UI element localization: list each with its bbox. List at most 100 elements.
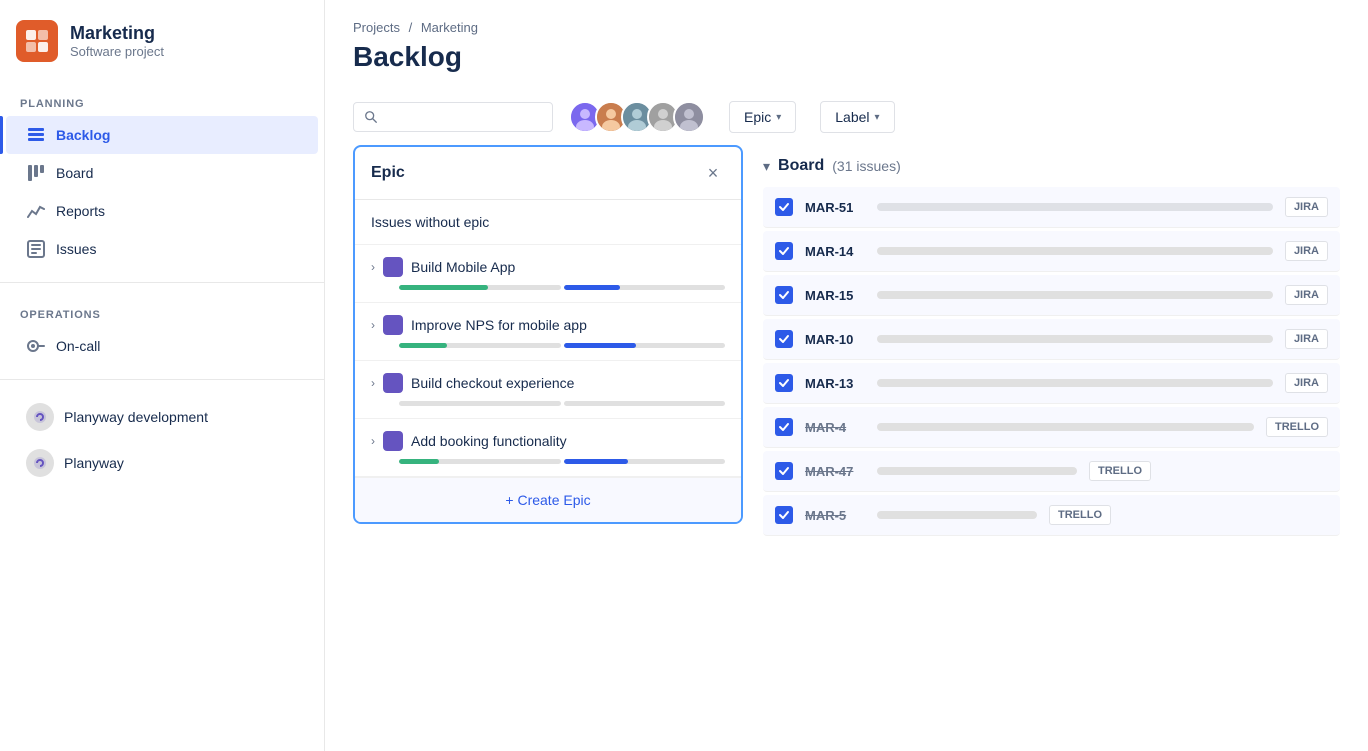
sidebar-item-reports-label: Reports xyxy=(56,203,105,219)
sidebar-header: Marketing Software project xyxy=(0,0,324,86)
epic-panel-body: Issues without epic › Build Mobile App xyxy=(355,200,741,477)
board-count: (31 issues) xyxy=(832,158,900,174)
issue-id-mar5: MAR-5 xyxy=(805,508,865,523)
table-row[interactable]: MAR-10 JIRA xyxy=(763,319,1340,360)
epic-item-add-booking[interactable]: › Add booking functionality xyxy=(355,419,741,477)
sidebar-item-backlog-label: Backlog xyxy=(56,127,110,143)
issue-id-mar10: MAR-10 xyxy=(805,332,865,347)
create-epic-button[interactable]: + Create Epic xyxy=(355,477,741,522)
sidebar-item-oncall-label: On-call xyxy=(56,338,100,354)
epic-progress-bars xyxy=(371,459,725,464)
issue-id-mar47: MAR-47 xyxy=(805,464,865,479)
sidebar-item-backlog[interactable]: Backlog xyxy=(6,116,318,154)
backlog-icon xyxy=(26,125,46,145)
issue-id-mar4: MAR-4 xyxy=(805,420,865,435)
board-toggle-icon: ▾ xyxy=(763,158,770,175)
checkbox-mar47[interactable] xyxy=(775,462,793,480)
epic-filter-label: Epic xyxy=(744,109,771,125)
board-header[interactable]: ▾ Board (31 issues) xyxy=(763,145,1340,187)
epic-item-header: › Build Mobile App xyxy=(371,257,725,277)
table-row[interactable]: MAR-13 JIRA xyxy=(763,363,1340,404)
toolbar: Epic ▾ Label ▾ xyxy=(325,89,1368,145)
issue-bar-mar10 xyxy=(877,335,1273,343)
label-filter-label: Label xyxy=(835,109,869,125)
sidebar-item-planyway[interactable]: Planyway xyxy=(6,440,318,486)
board-items: MAR-51 JIRA MAR-14 JIRA MAR-15 xyxy=(763,187,1340,539)
checkbox-mar5[interactable] xyxy=(775,506,793,524)
breadcrumb-marketing[interactable]: Marketing xyxy=(421,20,478,35)
no-epic-item[interactable]: Issues without epic xyxy=(355,200,741,245)
no-epic-label: Issues without epic xyxy=(371,214,489,230)
avatar-group xyxy=(569,101,705,133)
search-icon xyxy=(364,109,378,125)
planyway-dot xyxy=(26,449,54,477)
board-title: Board xyxy=(778,157,824,175)
table-row[interactable]: MAR-14 JIRA xyxy=(763,231,1340,272)
epic-close-button[interactable]: × xyxy=(701,161,725,185)
epic-item-header: › Build checkout experience xyxy=(371,373,725,393)
progress-bar-blue xyxy=(564,285,621,290)
epic-color-dot xyxy=(383,257,403,277)
epic-item-build-checkout[interactable]: › Build checkout experience xyxy=(355,361,741,419)
project-name: Marketing xyxy=(70,23,164,45)
issue-tag-mar10: JIRA xyxy=(1285,329,1328,349)
epic-panel-header: Epic × xyxy=(355,147,741,200)
label-filter-chevron: ▾ xyxy=(875,112,880,123)
issue-bar-mar13 xyxy=(877,379,1273,387)
planyway-dev-dot xyxy=(26,403,54,431)
sidebar-item-board[interactable]: Board xyxy=(6,154,318,192)
epic-progress-bars xyxy=(371,401,725,406)
sidebar-item-issues[interactable]: Issues xyxy=(6,230,318,268)
issue-tag-mar14: JIRA xyxy=(1285,241,1328,261)
main-content: Projects / Marketing Backlog xyxy=(325,0,1368,751)
epic-color-dot xyxy=(383,373,403,393)
table-row[interactable]: MAR-5 TRELLO xyxy=(763,495,1340,536)
label-filter-button[interactable]: Label ▾ xyxy=(820,101,894,133)
progress-bar-blue-container xyxy=(564,401,726,406)
epic-item-header: › Add booking functionality xyxy=(371,431,725,451)
sidebar-item-issues-label: Issues xyxy=(56,241,96,257)
epic-item-build-mobile-app[interactable]: › Build Mobile App xyxy=(355,245,741,303)
checkbox-mar14[interactable] xyxy=(775,242,793,260)
search-input[interactable] xyxy=(386,109,542,125)
sidebar-divider-2 xyxy=(0,379,324,380)
sidebar-item-board-label: Board xyxy=(56,165,93,181)
table-row[interactable]: MAR-51 JIRA xyxy=(763,187,1340,228)
page-title: Backlog xyxy=(353,41,1340,73)
board-icon xyxy=(26,163,46,183)
progress-bar-blue xyxy=(564,459,629,464)
sidebar-item-planyway-dev-label: Planyway development xyxy=(64,409,208,425)
table-row[interactable]: MAR-4 TRELLO xyxy=(763,407,1340,448)
search-box[interactable] xyxy=(353,102,553,132)
issue-tag-mar5: TRELLO xyxy=(1049,505,1111,525)
epic-color-dot xyxy=(383,315,403,335)
checkbox-mar51[interactable] xyxy=(775,198,793,216)
project-logo xyxy=(16,20,58,62)
issue-tag-mar13: JIRA xyxy=(1285,373,1328,393)
sidebar-item-planyway-label: Planyway xyxy=(64,455,124,471)
table-row[interactable]: MAR-15 JIRA xyxy=(763,275,1340,316)
epic-panel: Epic × Issues without epic › Build Mobil… xyxy=(353,145,743,524)
sidebar: Marketing Software project Planning Back… xyxy=(0,0,325,751)
avatar-5[interactable] xyxy=(673,101,705,133)
epic-filter-chevron: ▾ xyxy=(776,112,781,123)
checkbox-mar10[interactable] xyxy=(775,330,793,348)
checkbox-mar13[interactable] xyxy=(775,374,793,392)
progress-bar-green xyxy=(399,285,488,290)
epic-item-chevron: › xyxy=(371,434,375,448)
checkbox-mar15[interactable] xyxy=(775,286,793,304)
checkbox-mar4[interactable] xyxy=(775,418,793,436)
sidebar-divider-1 xyxy=(0,282,324,283)
table-row[interactable]: MAR-47 TRELLO xyxy=(763,451,1340,492)
breadcrumb-projects[interactable]: Projects xyxy=(353,20,400,35)
progress-bar-green-container xyxy=(399,401,561,406)
planning-section-label: Planning xyxy=(0,86,324,116)
epic-filter-button[interactable]: Epic ▾ xyxy=(729,101,796,133)
issue-bar-mar4 xyxy=(877,423,1254,431)
sidebar-item-oncall[interactable]: On-call xyxy=(6,327,318,365)
sidebar-item-planyway-dev[interactable]: Planyway development xyxy=(6,394,318,440)
progress-bar-blue-container xyxy=(564,459,726,464)
sidebar-item-reports[interactable]: Reports xyxy=(6,192,318,230)
epic-item-improve-nps[interactable]: › Improve NPS for mobile app xyxy=(355,303,741,361)
progress-bar-green xyxy=(399,459,439,464)
